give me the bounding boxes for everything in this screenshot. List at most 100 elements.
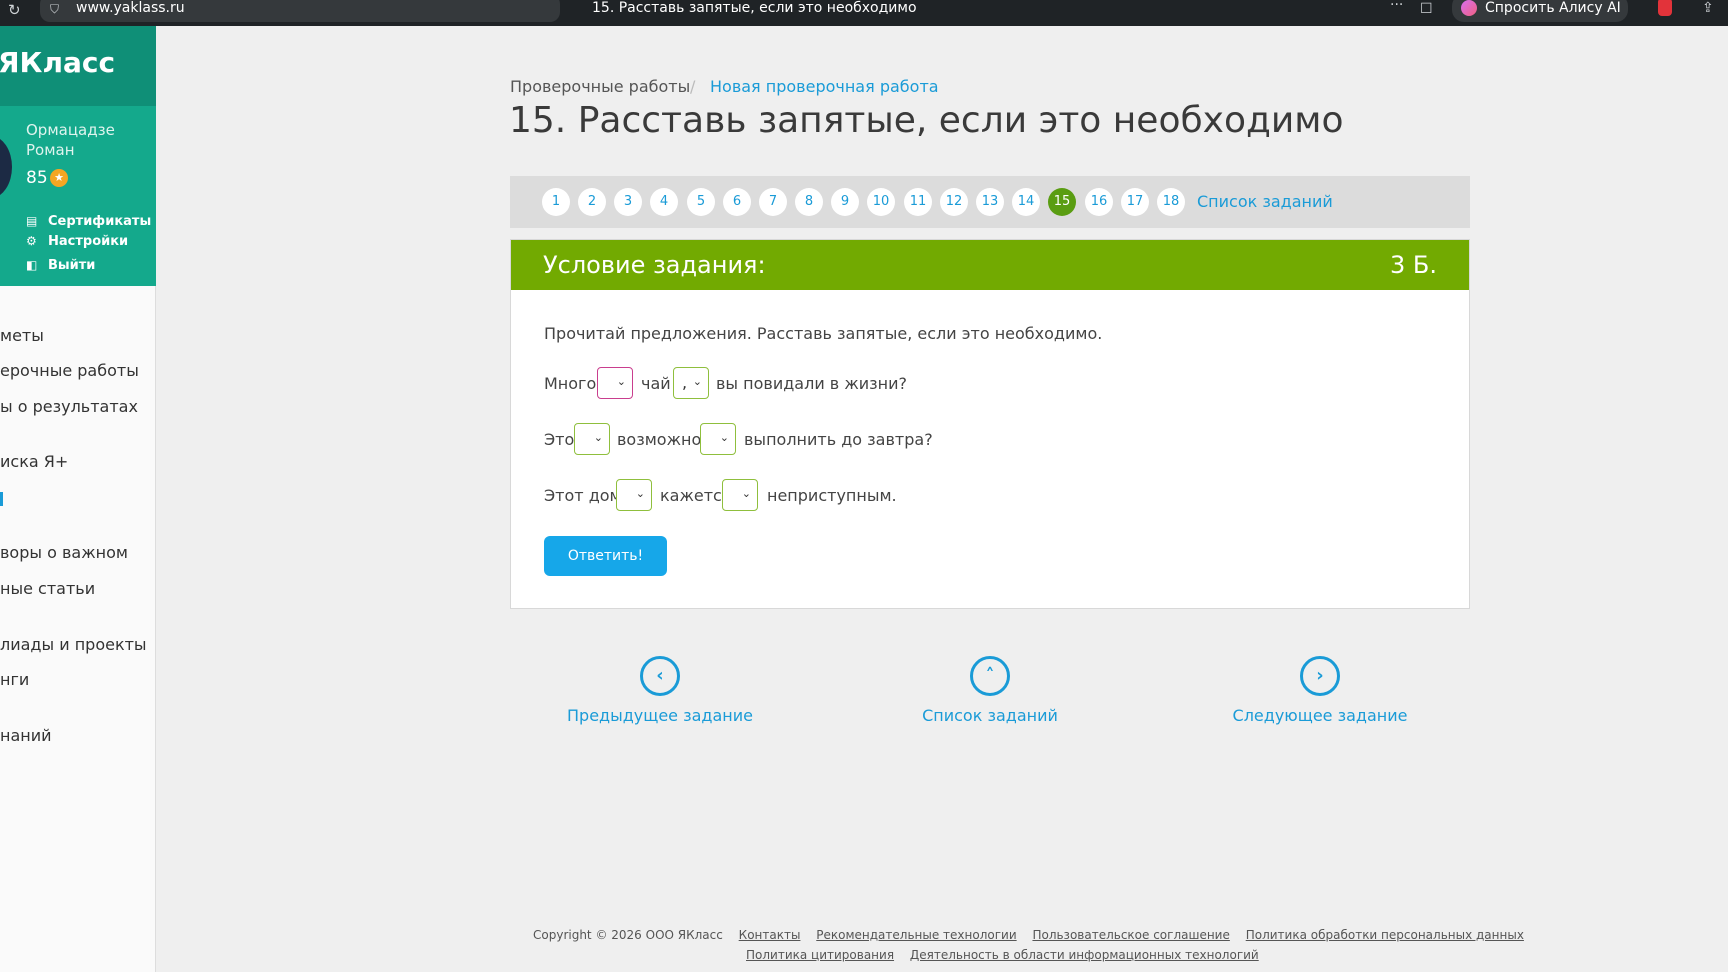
- sidebar-item-knowledge[interactable]: наний: [0, 726, 52, 745]
- sidebar-item-results[interactable]: ы о результатах: [0, 397, 138, 416]
- task-number-2[interactable]: 2: [578, 188, 606, 216]
- certificate-icon: ▤: [26, 214, 38, 228]
- url-text[interactable]: www.yaklass.ru: [76, 0, 185, 16]
- task-number-18[interactable]: 18: [1157, 188, 1185, 216]
- ask-alisa-label[interactable]: Спросить Алису AI: [1485, 0, 1621, 16]
- previous-task-label: Предыдущее задание: [567, 706, 753, 725]
- task-instruction: Прочитай предложения. Расставь запятые, …: [544, 324, 1103, 343]
- task-number-bar: 1 2 3 4 5 6 7 8 9 10 11 12 13 14 15 16 1…: [510, 176, 1470, 228]
- chevron-down-icon: ⌄: [635, 487, 645, 500]
- punctuation-select[interactable]: ⌄: [616, 479, 652, 511]
- task-number-4[interactable]: 4: [650, 188, 678, 216]
- sidebar: ЯКласс Ормацадзе Роман 85 ★ ▤ Сертификаты…: [0, 26, 156, 972]
- sentence-word: Этот дом: [544, 486, 622, 505]
- task-card: Условие задания: 3 Б. Прочитай предложен…: [510, 239, 1470, 609]
- user-name[interactable]: Ормацадзе Роман: [26, 120, 146, 160]
- sentence-word: кажется: [660, 486, 732, 505]
- sidebar-item-subjects[interactable]: меты: [0, 326, 44, 345]
- sentence-word: неприступным.: [767, 486, 897, 505]
- footer-row-1: Copyright © 2026 ООО ЯКласс Контакты Рек…: [533, 928, 1524, 942]
- sentence-word: Много: [544, 374, 597, 393]
- chevron-up-icon: ˄: [970, 656, 1010, 696]
- task-list-link[interactable]: Список заданий: [1197, 192, 1333, 211]
- reload-icon[interactable]: ↻: [8, 1, 21, 19]
- chevron-down-icon: ⌄: [719, 431, 729, 444]
- task-number-1[interactable]: 1: [542, 188, 570, 216]
- task-number-8[interactable]: 8: [795, 188, 823, 216]
- browser-toolbar: ↻ ⛉ www.yaklass.ru 15. Расставь запятые,…: [0, 0, 1728, 26]
- footer-link-citation-policy[interactable]: Политика цитирования: [746, 948, 894, 962]
- sidebar-accent-marker: [0, 492, 3, 506]
- sidebar-item-talks[interactable]: воры о важном: [0, 543, 128, 562]
- task-number-17[interactable]: 17: [1121, 188, 1149, 216]
- task-number-7[interactable]: 7: [759, 188, 787, 216]
- shield-icon[interactable]: ⛉: [50, 2, 59, 17]
- sidebar-item-articles[interactable]: ные статьи: [0, 579, 95, 598]
- task-list-bottom-label: Список заданий: [922, 706, 1058, 725]
- page-title: 15. Расставь запятые, если это необходим…: [509, 100, 1344, 141]
- breadcrumb-separator: /: [690, 77, 696, 96]
- logo[interactable]: ЯКласс: [0, 46, 115, 79]
- sentence-word: вы повидали в жизни?: [716, 374, 907, 393]
- settings-link[interactable]: ⚙ Настройки: [26, 234, 128, 249]
- punctuation-select[interactable]: ⌄: [722, 479, 758, 511]
- sentence-word: выполнить до завтра?: [744, 430, 933, 449]
- task-number-3[interactable]: 3: [614, 188, 642, 216]
- breadcrumb-root[interactable]: Проверочные работы: [510, 77, 690, 96]
- bookmark-icon[interactable]: ☐: [1420, 1, 1433, 17]
- logo-band: ЯКласс: [0, 26, 156, 106]
- sidebar-item-subscription[interactable]: иска Я+: [0, 452, 68, 471]
- profile-panel: Ормацадзе Роман 85 ★ ▤ Сертификаты ⚙ Настр…: [0, 106, 156, 286]
- logout-link[interactable]: ◧ Выйти: [26, 258, 95, 273]
- alisa-icon: [1461, 0, 1477, 16]
- avatar[interactable]: [0, 136, 12, 198]
- share-icon[interactable]: ⇪: [1702, 0, 1714, 16]
- next-task-link[interactable]: › Следующее задание: [1220, 656, 1420, 725]
- gear-icon: ⚙: [26, 234, 37, 248]
- more-icon[interactable]: ···: [1390, 0, 1403, 13]
- task-number-13[interactable]: 13: [976, 188, 1004, 216]
- certificates-link[interactable]: ▤ Сертификаты: [26, 214, 151, 229]
- task-number-14[interactable]: 14: [1012, 188, 1040, 216]
- punctuation-select[interactable]: , ⌄: [673, 367, 709, 399]
- footer-link-user-agreement[interactable]: Пользовательское соглашение: [1032, 928, 1229, 942]
- punctuation-select[interactable]: ⌄: [700, 423, 736, 455]
- task-number-6[interactable]: 6: [723, 188, 751, 216]
- task-number-5[interactable]: 5: [687, 188, 715, 216]
- task-condition-title: Условие задания:: [543, 251, 766, 279]
- logout-icon: ◧: [26, 258, 38, 272]
- star-icon: ★: [50, 169, 68, 187]
- sentence-word: чай: [641, 374, 671, 393]
- task-number-11[interactable]: 11: [904, 188, 932, 216]
- points-value: 85: [26, 168, 48, 188]
- copyright: Copyright © 2026 ООО ЯКласс: [533, 928, 723, 942]
- footer-link-recommendation-tech[interactable]: Рекомендательные технологии: [816, 928, 1016, 942]
- chevron-left-icon: ‹: [640, 656, 680, 696]
- task-score: 3 Б.: [1390, 251, 1437, 279]
- task-number-15-active[interactable]: 15: [1048, 188, 1076, 216]
- sentence-word: возможно: [617, 430, 702, 449]
- punctuation-select[interactable]: ⌄: [574, 423, 610, 455]
- footer-link-contacts[interactable]: Контакты: [739, 928, 801, 942]
- footer-link-privacy-policy[interactable]: Политика обработки персональных данных: [1246, 928, 1524, 942]
- task-list-bottom-link[interactable]: ˄ Список заданий: [890, 656, 1090, 725]
- extension-icon[interactable]: [1658, 0, 1672, 16]
- task-card-header: Условие задания: 3 Б.: [511, 240, 1469, 290]
- sentence-word: Это: [544, 430, 575, 449]
- tab-title: 15. Расставь запятые, если это необходим…: [592, 0, 917, 16]
- sidebar-item-ratings[interactable]: нги: [0, 670, 29, 689]
- task-number-10[interactable]: 10: [867, 188, 895, 216]
- breadcrumb-current[interactable]: Новая проверочная работа: [710, 77, 939, 96]
- punctuation-select[interactable]: ⌄: [597, 367, 633, 399]
- footer-link-it-activity[interactable]: Деятельность в области информационных те…: [910, 948, 1259, 962]
- next-task-label: Следующее задание: [1232, 706, 1408, 725]
- task-number-16[interactable]: 16: [1085, 188, 1113, 216]
- sidebar-item-olympiads[interactable]: лиады и проекты: [0, 635, 147, 654]
- chevron-down-icon: ⌄: [741, 487, 751, 500]
- sidebar-item-tests[interactable]: ерочные работы: [0, 361, 139, 380]
- task-number-12[interactable]: 12: [940, 188, 968, 216]
- chevron-right-icon: ›: [1300, 656, 1340, 696]
- previous-task-link[interactable]: ‹ Предыдущее задание: [560, 656, 760, 725]
- task-number-9[interactable]: 9: [831, 188, 859, 216]
- submit-answer-button[interactable]: Ответить!: [544, 536, 667, 576]
